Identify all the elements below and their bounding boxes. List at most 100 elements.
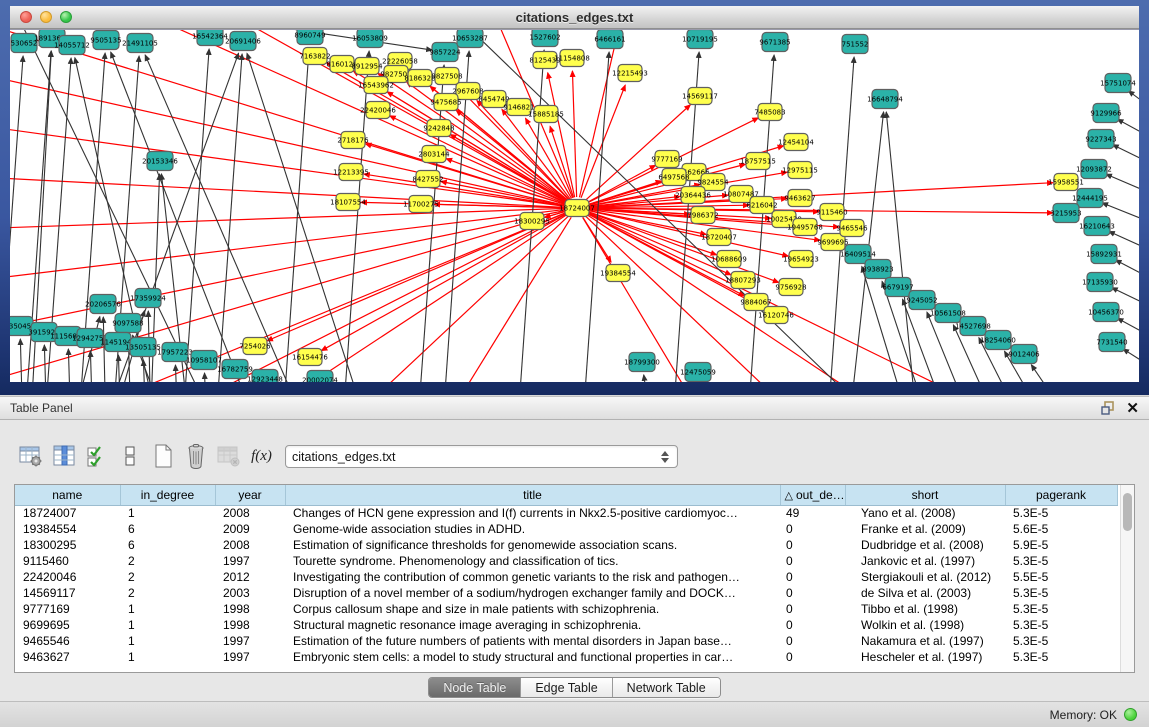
edge[interactable] — [282, 48, 309, 382]
table-cell[interactable]: 2 — [120, 553, 215, 569]
column-header-in_degree[interactable]: in_degree — [120, 485, 215, 505]
graph-node[interactable]: 19654923 — [783, 251, 819, 268]
table-cell[interactable]: Wolkin et al. (1998) — [845, 617, 1005, 633]
table-cell[interactable]: 2 — [120, 569, 215, 585]
graph-node[interactable]: 6216042 — [746, 197, 777, 214]
graph-node[interactable]: 14055712 — [54, 36, 90, 55]
table-cell[interactable]: 9115460 — [15, 553, 120, 569]
table-cell[interactable]: Stergiakouli et al. (2012) — [845, 569, 1005, 585]
graph-node[interactable]: 8427552 — [412, 171, 443, 188]
graph-node[interactable]: 6497568 — [658, 169, 689, 186]
table-cell[interactable]: Estimation of the future numbers of pati… — [285, 633, 780, 649]
table-cell[interactable]: 5.5E-5 — [1005, 569, 1117, 585]
table-cell[interactable]: 9465546 — [15, 633, 120, 649]
table-cell[interactable]: 5.9E-5 — [1005, 537, 1117, 553]
table-cell[interactable]: Embryonic stem cells: a model to study s… — [285, 649, 780, 665]
table-cell[interactable]: 2009 — [215, 521, 285, 537]
table-cell[interactable]: Changes of HCN gene expression and I(f) … — [285, 505, 780, 521]
table-cell[interactable]: 0 — [780, 601, 845, 617]
edge[interactable] — [205, 373, 207, 382]
table-cell[interactable]: Investigating the contribution of common… — [285, 569, 780, 585]
tab-edge-table[interactable]: Edge Table — [520, 678, 611, 697]
table-cell[interactable]: 1 — [120, 649, 215, 665]
graph-node[interactable]: 9463627 — [784, 190, 815, 207]
selected-edge[interactable] — [10, 30, 566, 205]
table-cell[interactable]: 9777169 — [15, 601, 120, 617]
graph-node[interactable]: 9465546 — [836, 220, 868, 237]
graph-node[interactable]: 8938923 — [862, 260, 893, 279]
table-cell[interactable]: 18300295 — [15, 537, 120, 553]
column-header-year[interactable]: year — [215, 485, 285, 505]
table-cell[interactable]: Tourette syndrome. Phenomenology and cla… — [285, 553, 780, 569]
graph-node[interactable]: 2718176 — [337, 132, 369, 149]
table-cell[interactable]: 1 — [120, 601, 215, 617]
graph-node[interactable]: 9756928 — [775, 279, 806, 296]
graph-node[interactable]: 12093872 — [1076, 160, 1112, 179]
graph-node[interactable]: 7485083 — [754, 104, 785, 121]
table-cell[interactable]: 5.6E-5 — [1005, 521, 1117, 537]
table-row[interactable]: 1938455462009Genome-wide association stu… — [15, 521, 1117, 537]
graph-node[interactable]: 7731540 — [1096, 333, 1127, 352]
graph-node[interactable]: 18799300 — [624, 353, 660, 372]
table-cell[interactable]: Genome-wide association studies in ADHD. — [285, 521, 780, 537]
graph-node[interactable]: 12475059 — [680, 363, 716, 382]
table-cell[interactable]: 1 — [120, 505, 215, 521]
table-cell[interactable]: 0 — [780, 569, 845, 585]
table-cell[interactable]: 0 — [780, 585, 845, 601]
graph-node[interactable]: 16053809 — [352, 30, 388, 48]
table-scrollbar-thumb[interactable] — [1123, 493, 1132, 531]
table-cell[interactable]: 5.3E-5 — [1005, 617, 1117, 633]
table-cell[interactable]: 1998 — [215, 617, 285, 633]
delete-column-icon[interactable] — [179, 440, 212, 472]
selected-edge[interactable] — [588, 183, 1053, 208]
graph-node[interactable]: 9857224 — [429, 43, 461, 62]
table-row[interactable]: 2242004622012Investigating the contribut… — [15, 569, 1117, 585]
graph-node[interactable]: 2803144 — [418, 146, 450, 163]
graph-node[interactable]: 17135930 — [1082, 273, 1118, 292]
graph-node[interactable]: 20002074 — [302, 371, 338, 383]
selected-edge[interactable] — [267, 212, 567, 341]
select-column-icon[interactable] — [47, 440, 80, 472]
table-row[interactable]: 946362711997Embryonic stem cells: a mode… — [15, 649, 1117, 665]
graph-node[interactable]: 16648794 — [867, 90, 903, 109]
selected-edge[interactable] — [240, 214, 568, 382]
tab-network-table[interactable]: Network Table — [612, 678, 720, 697]
table-row[interactable]: 977716911998Corpus callosum shape and si… — [15, 601, 1117, 617]
edge[interactable] — [20, 339, 23, 382]
table-cell[interactable]: 1997 — [215, 633, 285, 649]
table-settings-icon[interactable] — [14, 440, 47, 472]
graph-node[interactable]: 12215493 — [612, 65, 648, 82]
edge[interactable] — [644, 375, 652, 382]
table-cell[interactable]: 5.3E-5 — [1005, 553, 1117, 569]
graph-node[interactable]: 16154476 — [292, 349, 328, 366]
graph-node[interactable]: 20691406 — [225, 32, 261, 51]
edge[interactable] — [1123, 349, 1139, 366]
table-cell[interactable]: Corpus callosum shape and size in male p… — [285, 601, 780, 617]
column-header-title[interactable]: title — [285, 485, 780, 505]
table-cell[interactable]: 5.3E-5 — [1005, 585, 1117, 601]
citation-graph[interactable]: 2530652118913684140557129505135214911051… — [10, 30, 1139, 382]
table-row[interactable]: 1872400712008Changes of HCN gene express… — [15, 505, 1117, 521]
graph-node[interactable]: 8912954 — [351, 58, 383, 75]
edge[interactable] — [1106, 174, 1139, 193]
graph-node[interactable]: 9827508 — [431, 68, 462, 85]
table-cell[interactable]: 6 — [120, 537, 215, 553]
graph-node[interactable]: 15751074 — [1100, 74, 1136, 93]
float-panel-icon[interactable] — [1101, 401, 1116, 415]
graph-node[interactable]: 20153346 — [142, 152, 178, 171]
table-cell[interactable]: 0 — [780, 521, 845, 537]
table-row[interactable]: 1830029562008Estimation of significance … — [15, 537, 1117, 553]
table-cell[interactable]: 22420046 — [15, 569, 120, 585]
table-cell[interactable]: 5.3E-5 — [1005, 649, 1117, 665]
graph-node[interactable]: 9777169 — [651, 151, 682, 168]
function-builder-icon[interactable]: f(x) — [245, 440, 278, 472]
graph-node[interactable]: 16542364 — [192, 30, 228, 46]
table-cell[interactable]: 5.3E-5 — [1005, 601, 1117, 617]
graph-node[interactable]: 6466161 — [594, 30, 625, 49]
graph-node[interactable]: 17359924 — [130, 289, 166, 308]
column-header-pagerank[interactable]: pagerank — [1005, 485, 1117, 505]
graph-node[interactable]: 13505135 — [125, 338, 161, 357]
table-selector-dropdown[interactable]: citations_edges.txt — [285, 445, 678, 468]
graph-node[interactable]: 7986372 — [687, 207, 718, 224]
table-row[interactable]: 1456911722003Disruption of a novel membe… — [15, 585, 1117, 601]
